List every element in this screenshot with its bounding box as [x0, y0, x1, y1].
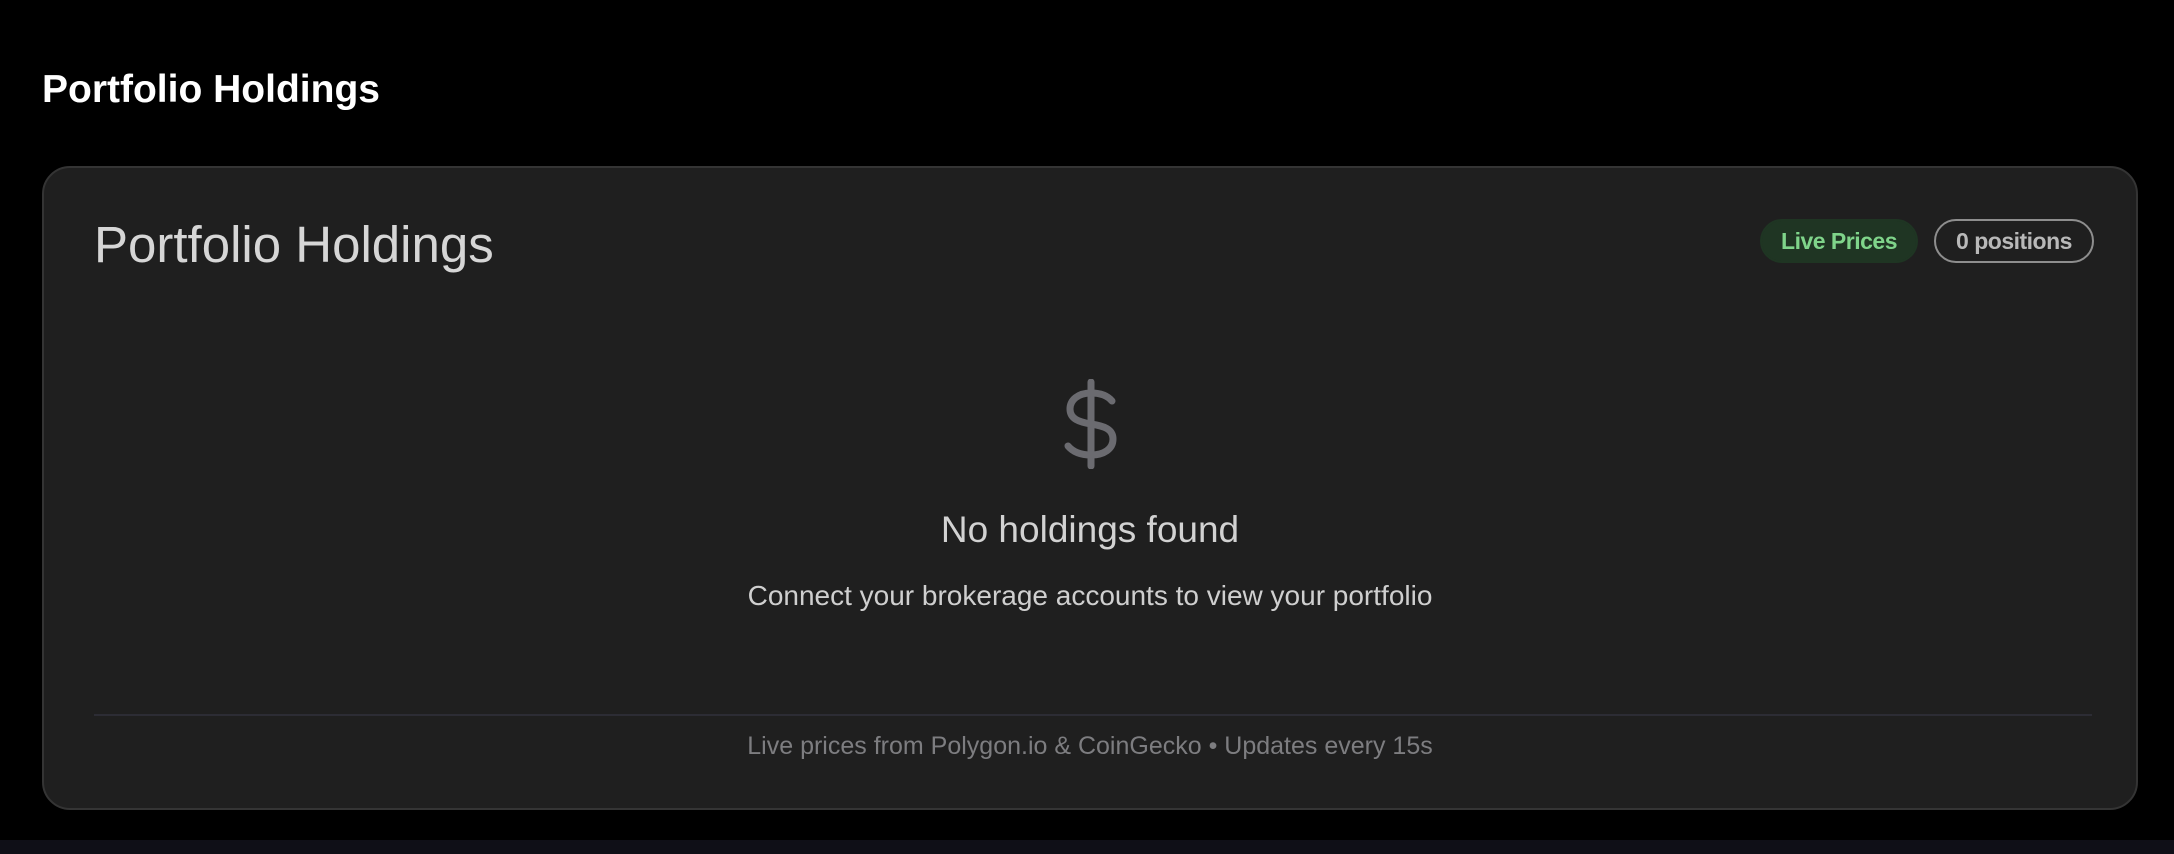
- bottom-edge-strip: [0, 840, 2174, 854]
- empty-state-title: No holdings found: [940, 509, 1240, 550]
- page-title: Portfolio Holdings: [42, 68, 380, 111]
- price-source-note: Live prices from Polygon.io & CoinGecko …: [747, 732, 1433, 760]
- card-title: Portfolio Holdings: [94, 216, 494, 273]
- positions-count-badge: 0 positions: [1934, 219, 2094, 263]
- live-prices-badge: Live Prices: [1760, 219, 1918, 263]
- footer-divider: [94, 714, 2092, 716]
- dollar-icon: [1064, 379, 1117, 469]
- portfolio-holdings-card: Portfolio Holdings Live Prices 0 positio…: [42, 166, 2138, 810]
- empty-state-subtitle: Connect your brokerage accounts to view …: [747, 580, 1433, 611]
